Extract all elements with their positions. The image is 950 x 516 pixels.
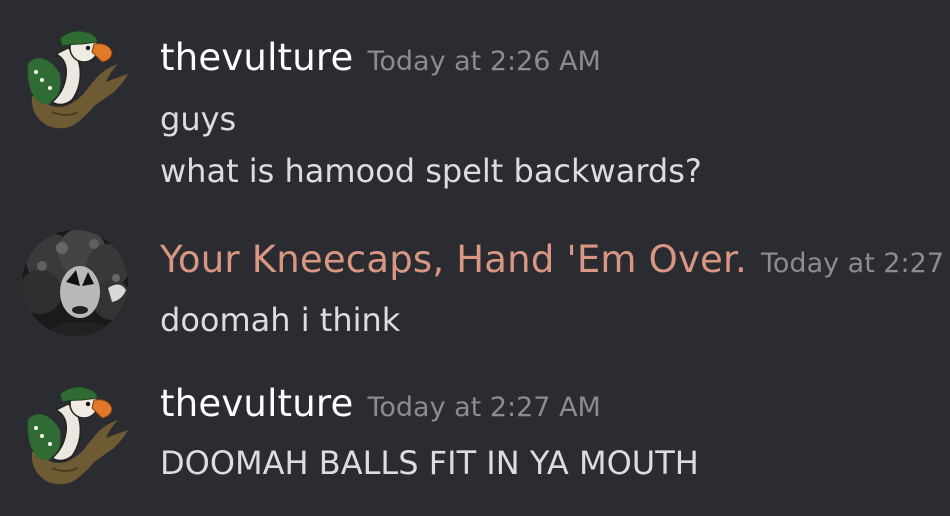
- message-timestamp[interactable]: Today at 2:26 AM: [367, 46, 600, 77]
- message-header: Your Kneecaps, Hand 'Em Over. Today at 2:…: [160, 238, 950, 281]
- message-timestamp[interactable]: Today at 2:27 AM: [367, 392, 600, 423]
- message-timestamp[interactable]: Today at 2:27 AM: [761, 248, 950, 279]
- message-text: doomah i think: [160, 301, 401, 339]
- message-header: thevulture Today at 2:26 AM: [160, 36, 601, 79]
- message-group: thevulture Today at 2:27 AM DOOMAH BALLS …: [0, 360, 950, 516]
- vulture-avatar[interactable]: [22, 26, 128, 132]
- vulture-avatar[interactable]: [22, 382, 128, 488]
- message-text: what is hamood spelt backwards?: [160, 152, 702, 190]
- chat-messages: thevulture Today at 2:26 AM guys what is …: [0, 0, 950, 516]
- user-avatar[interactable]: [22, 230, 128, 336]
- message-header: thevulture Today at 2:27 AM: [160, 382, 601, 425]
- author-name[interactable]: thevulture: [160, 36, 353, 79]
- author-name[interactable]: Your Kneecaps, Hand 'Em Over.: [160, 238, 747, 281]
- message-text: DOOMAH BALLS FIT IN YA MOUTH: [160, 444, 699, 482]
- author-name[interactable]: thevulture: [160, 382, 353, 425]
- message-group: thevulture Today at 2:26 AM guys what is …: [0, 0, 950, 200]
- message-text: guys: [160, 100, 237, 138]
- message-group: Your Kneecaps, Hand 'Em Over. Today at 2:…: [0, 200, 950, 360]
